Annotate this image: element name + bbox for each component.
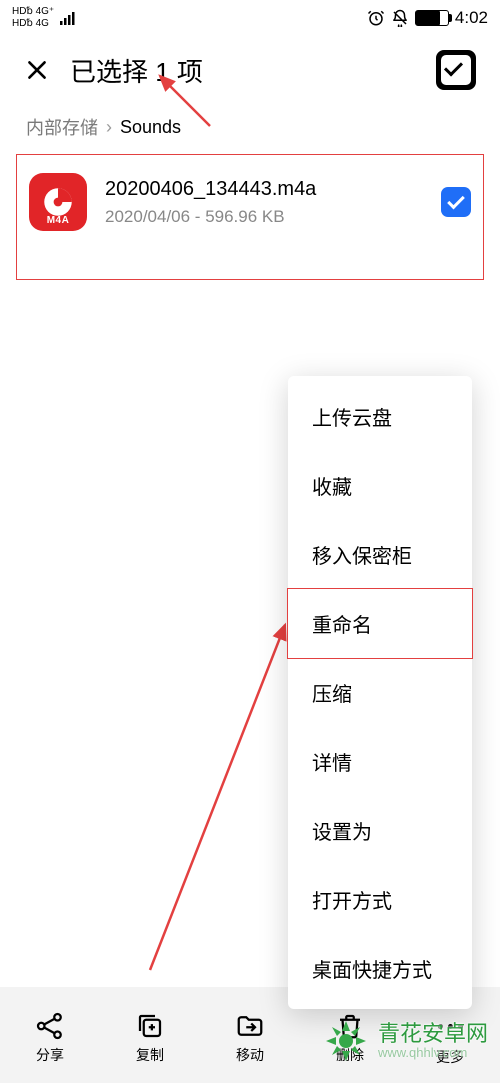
menu-favorite[interactable]: 收藏 [288, 451, 472, 520]
status-right: 4:02 [367, 8, 488, 28]
menu-upload-cloud[interactable]: 上传云盘 [288, 382, 472, 451]
menu-move-safe[interactable]: 移入保密柜 [288, 520, 472, 589]
battery-icon [415, 10, 449, 26]
file-name: 20200406_134443.m4a [105, 178, 423, 201]
more-actions-menu: 上传云盘 收藏 移入保密柜 重命名 压缩 详情 设置为 打开方式 桌面快捷方式 [288, 376, 472, 1009]
file-ext-label: M4A [47, 215, 70, 226]
menu-rename[interactable]: 重命名 [287, 588, 473, 659]
menu-shortcut[interactable]: 桌面快捷方式 [288, 934, 472, 1003]
watermark-url: www.qhhlv.com [378, 1046, 488, 1061]
alarm-icon [367, 9, 385, 27]
action-share[interactable]: 分享 [10, 1011, 90, 1065]
share-icon [35, 1011, 65, 1041]
file-checkbox[interactable] [441, 187, 471, 217]
breadcrumb: 内部存储 › Sounds [0, 104, 500, 154]
breadcrumb-parent[interactable]: 内部存储 [26, 114, 98, 140]
status-net-2: HD␢ 4G [12, 19, 54, 29]
selection-header: 已选择 1 项 [0, 36, 500, 104]
copy-icon [135, 1011, 165, 1041]
file-subtitle: 2020/04/06 - 596.96 KB [105, 207, 423, 227]
action-share-label: 分享 [36, 1045, 64, 1065]
signal-icon [60, 11, 78, 25]
menu-compress[interactable]: 压缩 [288, 658, 472, 727]
move-icon [235, 1011, 265, 1041]
menu-open-with[interactable]: 打开方式 [288, 865, 472, 934]
annotation-arrow-2 [130, 610, 310, 980]
status-left: HD␢ 4G⁺ HD␢ 4G [12, 7, 78, 29]
action-copy-label: 复制 [136, 1045, 164, 1065]
status-time: 4:02 [455, 8, 488, 28]
selection-title: 已选择 1 项 [70, 52, 416, 89]
action-move[interactable]: 移动 [210, 1011, 290, 1065]
menu-set-as[interactable]: 设置为 [288, 796, 472, 865]
status-bar: HD␢ 4G⁺ HD␢ 4G 4:02 [0, 0, 500, 36]
watermark-logo-icon [322, 1017, 370, 1065]
chevron-right-icon: › [106, 117, 112, 138]
menu-details[interactable]: 详情 [288, 727, 472, 796]
close-button[interactable] [24, 57, 50, 83]
mute-icon [391, 9, 409, 27]
select-all-button[interactable] [436, 50, 476, 90]
file-row[interactable]: M4A 20200406_134443.m4a 2020/04/06 - 596… [16, 154, 484, 280]
action-move-label: 移动 [236, 1045, 264, 1065]
status-net-1: HD␢ 4G⁺ [12, 7, 54, 17]
action-copy[interactable]: 复制 [110, 1011, 190, 1065]
file-type-icon: M4A [29, 173, 87, 231]
breadcrumb-current: Sounds [120, 117, 181, 138]
watermark-title: 青花安卓网 [378, 1021, 488, 1046]
watermark: 青花安卓网 www.qhhlv.com [322, 1017, 488, 1065]
